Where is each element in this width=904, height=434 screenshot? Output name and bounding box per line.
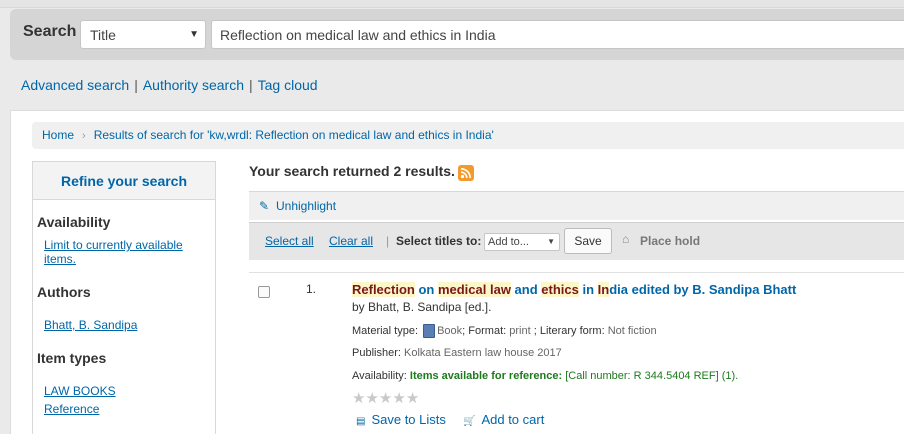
save-button[interactable]: Save (564, 228, 612, 254)
breadcrumb-home[interactable]: Home (42, 128, 74, 142)
main-content: Home › Results of search for 'kw,wrdl: Ref… (10, 110, 904, 434)
breadcrumb-divider: › (82, 130, 86, 142)
results-count: Your search returned 2 results. (249, 163, 455, 179)
search-index-select[interactable]: Title ▼ (80, 20, 206, 49)
refine-panel: Refine your search Availability Limit to… (32, 161, 216, 434)
result-publisher: Publisher: Kolkata Eastern law house 201… (352, 347, 562, 359)
authority-search-link[interactable]: Authority search (143, 77, 244, 93)
facet-item-type-reference[interactable]: Reference (44, 402, 99, 416)
star-icon[interactable]: ★ (406, 390, 419, 407)
top-strip (0, 0, 904, 8)
chevron-down-icon: ▼ (547, 237, 555, 246)
select-all-link[interactable]: Select all (265, 234, 314, 248)
result-author: by Bhatt, B. Sandipa [ed.]. (352, 300, 492, 314)
breadcrumb: Home › Results of search for 'kw,wrdl: Ref… (32, 122, 904, 149)
selection-toolbar: Select all Clear all | Select titles to:… (249, 222, 904, 260)
result-number: 1. (306, 282, 317, 296)
search-index-value: Title (90, 27, 116, 43)
breadcrumb-current[interactable]: Results of search for 'kw,wrdl: Reflecti… (94, 128, 494, 142)
result-title-link[interactable]: Reflection on medical law and ethics in … (352, 282, 796, 297)
add-to-select[interactable]: Add to... ▼ (484, 233, 560, 251)
add-to-cart-link[interactable]: 🛒 Add to cart (463, 412, 544, 427)
cart-icon: 🛒 (463, 416, 476, 427)
star-icon[interactable]: ★ (379, 390, 392, 407)
search-input[interactable] (211, 20, 904, 49)
facet-availability-link[interactable]: Limit to currently available items. (44, 238, 204, 266)
add-to-value: Add to... (488, 236, 529, 248)
search-label: Search (23, 23, 77, 40)
advanced-search-link[interactable]: Advanced search (21, 77, 129, 93)
call-number: [Call number: R 344.5404 REF] (1). (565, 370, 739, 382)
highlight-toolbar: ✎ Unhighlight (249, 191, 904, 220)
star-icon[interactable]: ★ (365, 390, 378, 407)
facet-item-types-heading: Item types (37, 350, 107, 366)
search-bar: Search Title ▼ (10, 9, 904, 60)
place-hold-button[interactable]: Place hold (640, 234, 700, 248)
book-icon (423, 324, 436, 338)
list-icon: ▤ (356, 416, 366, 427)
result-row: 1. Reflection on medical law and ethics … (249, 272, 904, 434)
refine-title[interactable]: Refine your search (33, 162, 215, 200)
star-icon[interactable]: ★ (352, 390, 365, 407)
star-icon[interactable]: ★ (392, 390, 405, 407)
pencil-icon: ✎ (259, 199, 270, 213)
result-availability: Availability: Items available for refere… (352, 370, 739, 382)
availability-status: Items available for reference: (409, 370, 563, 382)
star-rating[interactable]: ★★★★★ (352, 389, 419, 407)
facet-item-type-law-books[interactable]: LAW BOOKS (44, 384, 116, 398)
facet-author-item[interactable]: Bhatt, B. Sandipa (44, 318, 137, 332)
bookmark-icon: ⌂ (622, 232, 630, 246)
unhighlight-link[interactable]: Unhighlight (276, 199, 336, 213)
result-material-type: Material type: Book; Format: print ; Lit… (352, 324, 657, 338)
select-titles-label: Select titles to: (396, 234, 482, 248)
tag-cloud-link[interactable]: Tag cloud (258, 77, 318, 93)
chevron-down-icon: ▼ (189, 29, 199, 40)
rss-icon[interactable] (458, 165, 474, 181)
toolbar-divider: | (386, 234, 390, 248)
facet-authors-heading: Authors (37, 284, 91, 300)
result-checkbox[interactable] (258, 286, 270, 298)
more-searches: Advanced search | Authority search | Tag clo… (21, 77, 318, 93)
clear-all-link[interactable]: Clear all (329, 234, 373, 248)
save-to-lists-link[interactable]: ▤ Save to Lists (356, 412, 446, 427)
facet-availability-heading: Availability (37, 214, 111, 230)
